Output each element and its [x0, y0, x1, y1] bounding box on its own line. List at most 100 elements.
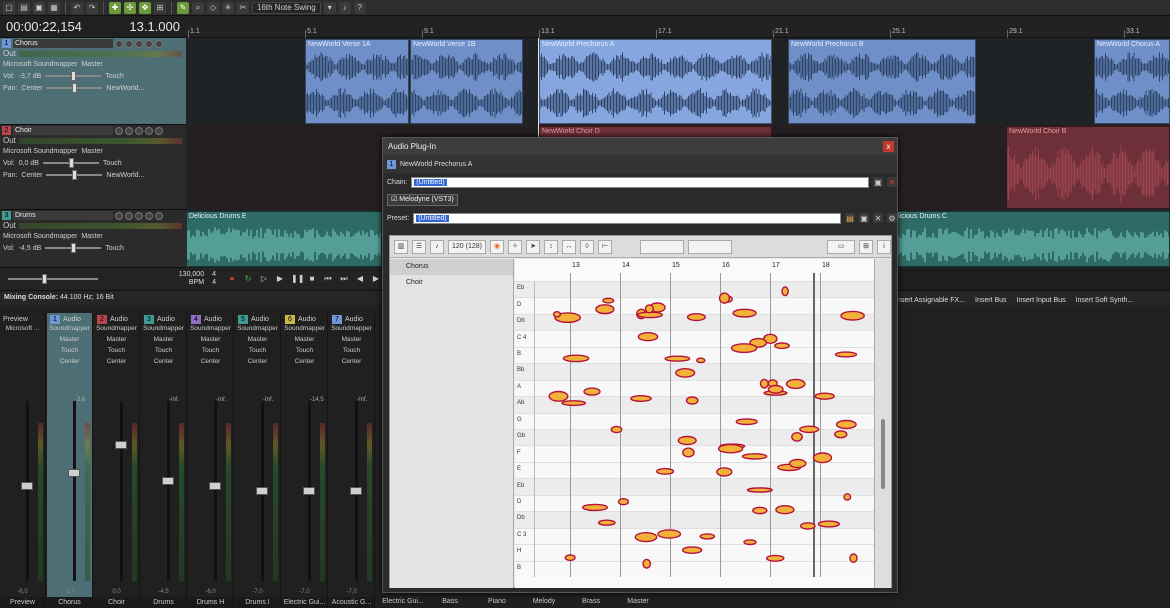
- mute-icon[interactable]: [125, 126, 133, 135]
- note-blob[interactable]: [637, 331, 659, 342]
- note-blob[interactable]: [799, 425, 820, 434]
- note-blob[interactable]: [695, 357, 706, 364]
- metronome-icon[interactable]: ♪: [338, 1, 351, 14]
- note-blob[interactable]: [595, 304, 615, 315]
- swing-dropdown[interactable]: 16th Note Swing: [252, 1, 321, 14]
- device-name[interactable]: Microsoft Soundmapper: [3, 61, 77, 68]
- note-blob[interactable]: [610, 425, 623, 434]
- save-chain-icon[interactable]: ▣: [873, 177, 883, 187]
- save-icon[interactable]: ▣: [33, 1, 45, 14]
- slider-knob[interactable]: [71, 71, 77, 81]
- note-editor-grid[interactable]: Eb D Db C 4 B Bb A Ab G Gb F E Eb D Db C 3 H B 13 14 15 16 17 1…: [515, 259, 875, 588]
- mixer-strip[interactable]: 1 Audio Soundmapper Master Touch Center -3,6 -3…: [47, 313, 93, 608]
- open-icon[interactable]: ▤: [18, 1, 30, 14]
- automation-mode[interactable]: Touch: [103, 160, 122, 167]
- envelope-tool-icon[interactable]: ✎: [177, 1, 189, 14]
- fader-track[interactable]: [167, 401, 170, 581]
- track-header-choir[interactable]: 2 Choir Out Microsoft Soundmapper Master Vol:…: [0, 125, 186, 210]
- melodyne-track-item[interactable]: Chorus: [390, 259, 513, 275]
- note-blob[interactable]: [718, 292, 731, 304]
- settings-icon[interactable]: ⚙: [887, 213, 897, 223]
- mute-icon[interactable]: [125, 39, 133, 48]
- note-blob[interactable]: [775, 504, 795, 515]
- formant-tool-icon[interactable]: ✧: [508, 239, 522, 254]
- pan-slider[interactable]: [46, 83, 103, 93]
- chevron-down-icon[interactable]: ▾: [323, 1, 336, 14]
- note-blob[interactable]: [685, 396, 699, 405]
- note-blob[interactable]: [644, 304, 655, 314]
- audio-clip[interactable]: NewWorld Chorus A: [1094, 39, 1170, 124]
- mixer-strip[interactable]: 3 Audio Soundmapper Master Touch Center -Inf. -…: [141, 313, 187, 608]
- undo-icon[interactable]: ↶: [71, 1, 83, 14]
- note-blob[interactable]: [630, 394, 652, 402]
- insert-button[interactable]: Insert Assignable FX...: [895, 297, 965, 304]
- pan-slider[interactable]: [46, 170, 103, 180]
- pan-value[interactable]: Center: [282, 358, 327, 369]
- automation-icon[interactable]: [155, 211, 163, 220]
- fader-track[interactable]: [26, 401, 29, 581]
- pitch-modulation-icon[interactable]: ↕: [544, 239, 558, 254]
- play-icon[interactable]: ▶: [275, 274, 285, 284]
- note-blob[interactable]: [835, 419, 857, 430]
- note-blob[interactable]: [788, 458, 807, 469]
- remove-chain-icon[interactable]: ✕: [887, 177, 897, 187]
- audio-clip[interactable]: Delicious Drums C: [886, 211, 1170, 267]
- send-name[interactable]: NewWorld...: [106, 172, 144, 179]
- volume-slider[interactable]: [42, 158, 99, 168]
- delete-preset-icon[interactable]: ✕: [873, 213, 883, 223]
- mute-icon[interactable]: [125, 211, 133, 220]
- view-toggle-icon[interactable]: ▭: [827, 239, 855, 254]
- melodyne-plugin-chip[interactable]: ☑ Melodyne (VST3): [387, 194, 458, 206]
- output-device[interactable]: Soundmapper: [329, 325, 374, 336]
- channel-name[interactable]: Preview: [0, 597, 45, 608]
- chain-field[interactable]: (Untitled): [411, 176, 869, 188]
- note-blob[interactable]: [664, 355, 691, 362]
- mixer-strip[interactable]: 6 Audio Soundmapper Master Touch Center -14,5-…: [282, 313, 328, 608]
- solo-icon[interactable]: [135, 211, 143, 220]
- note-blob[interactable]: [717, 443, 744, 454]
- mixer-strip-name[interactable]: Brass: [568, 596, 614, 608]
- note-blob[interactable]: [686, 312, 706, 322]
- forward-icon[interactable]: ▶: [371, 274, 381, 284]
- help-icon[interactable]: ?: [353, 1, 366, 14]
- preset-field[interactable]: (Untitled): [413, 212, 841, 224]
- audio-clip[interactable]: NewWorld Verse 1A: [305, 39, 409, 124]
- note-blob[interactable]: [814, 392, 835, 400]
- insert-button[interactable]: Insert Soft Synth...: [1076, 297, 1134, 304]
- note-blob[interactable]: [597, 519, 616, 526]
- note-blob[interactable]: [581, 503, 609, 512]
- note-blob[interactable]: [759, 378, 769, 389]
- record-icon[interactable]: ●: [227, 274, 237, 284]
- zoom-tool-icon[interactable]: ⌕: [192, 1, 204, 14]
- automation-mode[interactable]: Touch: [141, 347, 186, 358]
- device-name[interactable]: Microsoft Soundmapper: [3, 148, 77, 155]
- note-blob[interactable]: [767, 384, 784, 394]
- pan-value[interactable]: Center: [235, 358, 280, 369]
- channel-name[interactable]: Choir: [94, 597, 139, 608]
- tempo-field[interactable]: 120 (128): [448, 239, 486, 254]
- note-blob[interactable]: [657, 529, 682, 539]
- note-blob[interactable]: [752, 506, 768, 515]
- pan-value[interactable]: Center: [94, 358, 139, 369]
- output-bus[interactable]: Master: [47, 336, 92, 347]
- insert-button[interactable]: Insert Input Bus: [1017, 297, 1066, 304]
- note-blob[interactable]: [834, 351, 858, 358]
- fader-knob[interactable]: [162, 476, 174, 485]
- output-bus[interactable]: Master: [94, 336, 139, 347]
- record-arm-icon[interactable]: [115, 39, 123, 48]
- save-preset-icon[interactable]: ▣: [859, 213, 869, 223]
- metronome-icon[interactable]: ♪: [430, 239, 444, 254]
- mixer-strip[interactable]: 7 Audio Soundmapper Master Touch Center -Inf. -…: [329, 313, 375, 608]
- snap-icon[interactable]: ✥: [139, 1, 151, 14]
- fx-icon[interactable]: [145, 126, 153, 135]
- scroll-thumb[interactable]: [881, 419, 885, 489]
- record-arm-icon[interactable]: [115, 211, 123, 220]
- master-volume-slider[interactable]: [8, 274, 98, 284]
- automation-mode[interactable]: Touch: [282, 347, 327, 358]
- fader-knob[interactable]: [209, 482, 221, 490]
- note-blob[interactable]: [552, 311, 562, 318]
- note-blob[interactable]: [561, 400, 587, 407]
- timeline-ruler[interactable]: 1.1 5.1 9.1 13.1 17.1 21.1 25.1 29.1 33.1: [186, 16, 1170, 38]
- mixer-strip[interactable]: 4 Audio Soundmapper Master Touch Center -Inf. -…: [188, 313, 234, 608]
- bus-name[interactable]: Master: [81, 233, 102, 240]
